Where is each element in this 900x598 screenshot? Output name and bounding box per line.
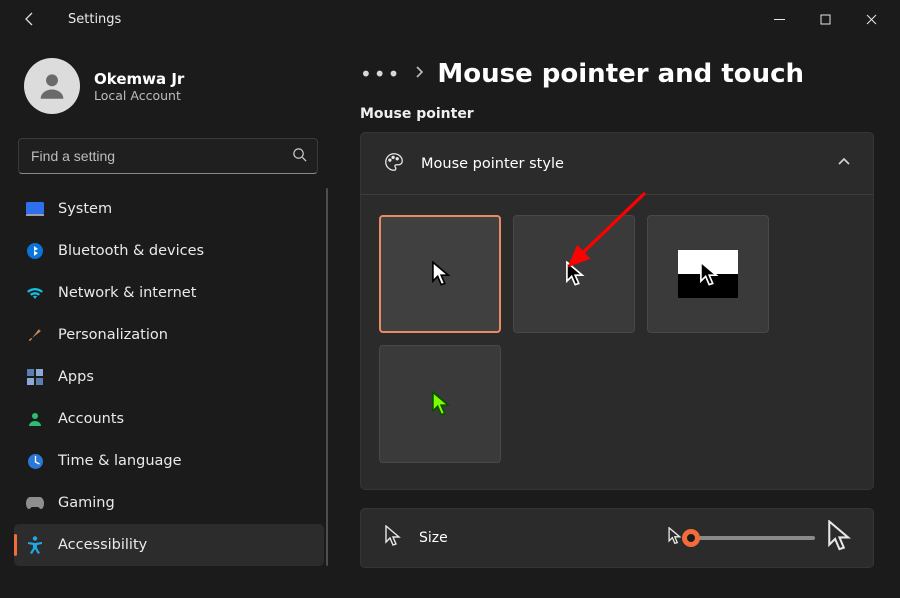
nav-item-accessibility[interactable]: Accessibility	[14, 524, 324, 566]
accessibility-icon	[26, 536, 44, 554]
nav-item-network[interactable]: Network & internet	[14, 272, 324, 314]
profile-name: Okemwa Jr	[94, 70, 184, 88]
nav-item-bluetooth[interactable]: Bluetooth & devices	[14, 230, 324, 272]
pointer-style-black[interactable]	[513, 215, 635, 333]
search-box[interactable]	[18, 138, 318, 174]
pointer-style-expander: Mouse pointer style	[360, 132, 874, 490]
breadcrumb: ••• Mouse pointer and touch	[360, 48, 874, 100]
person-icon	[26, 410, 44, 428]
page-title: Mouse pointer and touch	[437, 59, 804, 89]
palette-icon	[383, 151, 405, 177]
content-area: ••• Mouse pointer and touch Mouse pointe…	[330, 38, 900, 598]
nav-item-time[interactable]: Time & language	[14, 440, 324, 482]
window-minimize-button[interactable]	[756, 4, 802, 34]
search-input[interactable]	[29, 147, 292, 165]
size-slider[interactable]	[691, 536, 815, 540]
nav: System Bluetooth & devices Network & int…	[14, 188, 324, 566]
window-close-button[interactable]	[848, 4, 894, 34]
nav-label: Bluetooth & devices	[58, 243, 204, 259]
back-button[interactable]	[18, 7, 42, 31]
cursor-max-icon	[825, 520, 851, 556]
profile[interactable]: Okemwa Jr Local Account	[14, 50, 324, 132]
nav-label: Gaming	[58, 495, 115, 511]
section-label: Mouse pointer	[360, 106, 874, 122]
expander-label: Mouse pointer style	[421, 156, 564, 172]
system-icon	[26, 200, 44, 218]
nav-label: Accounts	[58, 411, 124, 427]
avatar	[24, 58, 80, 114]
nav-item-personalization[interactable]: Personalization	[14, 314, 324, 356]
apps-icon	[26, 368, 44, 386]
pointer-style-inverted[interactable]	[647, 215, 769, 333]
bluetooth-icon	[26, 242, 44, 260]
search-icon	[292, 147, 307, 166]
pointer-size-row: Size	[360, 508, 874, 568]
pointer-style-grid	[361, 195, 873, 489]
size-label: Size	[419, 530, 448, 546]
nav-label: Personalization	[58, 327, 168, 343]
slider-thumb[interactable]	[682, 529, 700, 547]
clock-globe-icon	[26, 452, 44, 470]
sidebar: Okemwa Jr Local Account System Bluetooth…	[0, 38, 330, 598]
nav-label: Time & language	[58, 453, 182, 469]
nav-item-gaming[interactable]: Gaming	[14, 482, 324, 524]
chevron-right-icon	[413, 66, 425, 82]
nav-label: Apps	[58, 369, 94, 385]
pointer-style-white[interactable]	[379, 215, 501, 333]
profile-account-type: Local Account	[94, 88, 184, 103]
nav-item-accounts[interactable]: Accounts	[14, 398, 324, 440]
window-maximize-button[interactable]	[802, 4, 848, 34]
nav-item-system[interactable]: System	[14, 188, 324, 230]
window-titlebar: Settings	[0, 0, 900, 38]
wifi-icon	[26, 284, 44, 302]
nav-label: Accessibility	[58, 537, 147, 553]
gamepad-icon	[26, 494, 44, 512]
window-title: Settings	[68, 12, 121, 27]
nav-label: Network & internet	[58, 285, 196, 301]
breadcrumb-more-button[interactable]: •••	[360, 62, 401, 86]
cursor-min-icon	[667, 527, 681, 549]
cursor-small-icon	[383, 525, 401, 551]
brush-icon	[26, 326, 44, 344]
chevron-up-icon	[837, 155, 851, 173]
nav-item-apps[interactable]: Apps	[14, 356, 324, 398]
nav-label: System	[58, 201, 112, 217]
pointer-style-custom[interactable]	[379, 345, 501, 463]
expander-header[interactable]: Mouse pointer style	[361, 133, 873, 195]
